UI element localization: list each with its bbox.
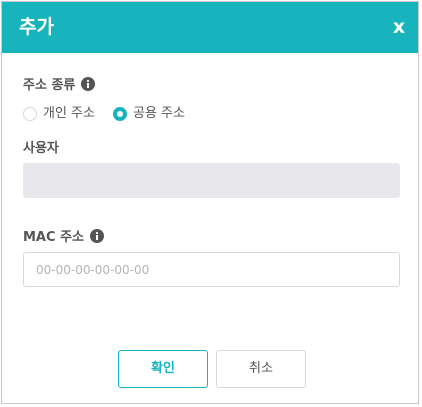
mac-address-label: MAC 주소	[23, 230, 84, 245]
radio-shared-label: 공용 주소	[132, 106, 185, 121]
add-dialog: 추가 x 주소 종류 개인 주소 공용 주소 사용자 MAC 주소 확인 취소	[1, 1, 419, 404]
address-type-label: 주소 종류	[23, 78, 76, 93]
cancel-button[interactable]: 취소	[216, 350, 306, 388]
radio-personal-label: 개인 주소	[43, 106, 95, 121]
radio-checked-icon[interactable]	[112, 107, 127, 121]
address-type-label-row: 주소 종류	[23, 77, 96, 94]
info-icon[interactable]	[89, 229, 104, 243]
radio-unchecked-icon[interactable]	[23, 107, 37, 121]
dialog-header: 추가 x	[2, 2, 418, 53]
mac-address-input[interactable]	[23, 252, 400, 287]
radio-shared-address[interactable]: 공용 주소	[112, 106, 185, 122]
info-icon[interactable]	[81, 77, 96, 91]
ok-button[interactable]: 확인	[118, 350, 208, 388]
radio-personal-address[interactable]: 개인 주소	[23, 106, 95, 122]
close-button[interactable]: x	[391, 16, 407, 38]
address-type-radio-group: 개인 주소 공용 주소	[23, 105, 185, 123]
user-label: 사용자	[23, 141, 59, 156]
dialog-title: 추가	[19, 16, 54, 38]
mac-address-label-row: MAC 주소	[23, 229, 104, 246]
user-field	[23, 163, 400, 198]
